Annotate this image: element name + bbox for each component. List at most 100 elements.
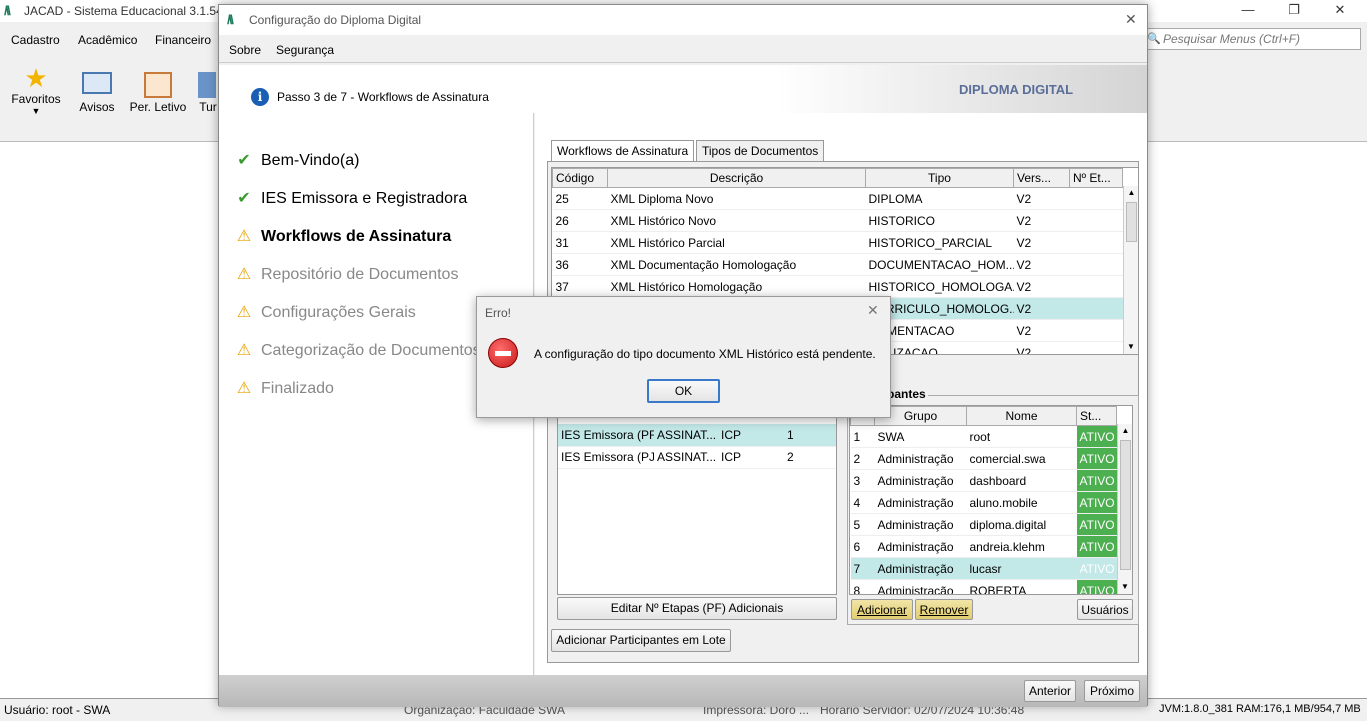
scroll-up-icon[interactable]: ▲	[1118, 424, 1132, 438]
table-cell	[1069, 231, 1123, 254]
table-cell: DOCUMENTACAO_HOM...	[865, 253, 1014, 276]
table-row[interactable]: 2 Administração comercial.swa ATIVO	[850, 447, 1117, 470]
step-repositorio[interactable]: ⚠ Repositório de Documentos	[235, 264, 459, 284]
table-row[interactable]: 5 Administração diploma.digital ATIVO	[850, 513, 1117, 536]
table-cell: Administração	[874, 579, 967, 594]
table-row[interactable]: IES Emissora (PJ) ASSINAT... ICP 2	[558, 446, 836, 469]
step-categorizacao[interactable]: ⚠ Categorização de Documentos	[235, 340, 481, 360]
table-cell: 36	[552, 253, 608, 276]
participants-scrollbar[interactable]: ▲ ▼	[1117, 424, 1132, 594]
maximize-button[interactable]: ❐	[1274, 2, 1314, 20]
table-cell: ATIVO	[1076, 425, 1117, 448]
table-cell: HISTORICO_PARCIAL	[865, 231, 1014, 254]
step-configuracoes[interactable]: ⚠ Configurações Gerais	[235, 302, 416, 322]
previous-button[interactable]: Anterior	[1024, 680, 1076, 702]
table-cell: ROBERTA	[966, 579, 1077, 594]
next-button[interactable]: Próximo	[1084, 680, 1140, 702]
table-cell: ATIVO	[1076, 447, 1117, 470]
ok-button[interactable]: OK	[647, 379, 720, 403]
table-cell	[1069, 253, 1123, 276]
col-etapas[interactable]: Nº Et...	[1069, 168, 1123, 188]
col-versao[interactable]: Vers...	[1013, 168, 1070, 188]
error-close-button[interactable]: ✕	[867, 302, 879, 319]
dialog-menu-bar: Sobre Segurança	[219, 35, 1147, 63]
table-row[interactable]: 25 XML Diploma Novo DIPLOMA V2	[552, 187, 1123, 210]
table-cell	[1069, 341, 1123, 354]
table-row[interactable]: 1 SWA root ATIVO	[850, 425, 1117, 448]
avisos-button[interactable]: Avisos	[76, 72, 118, 114]
edit-steps-button[interactable]: Editar Nº Etapas (PF) Adicionais	[557, 597, 837, 620]
step-workflows[interactable]: ⚠ Workflows de Assinatura	[235, 226, 451, 246]
per-letivo-button[interactable]: Per. Letivo	[128, 72, 188, 114]
workflow-steps-table: IES Emissora (PF) ASSINAT... ICP 1 IES Emiss…	[557, 417, 837, 595]
col-status[interactable]: St...	[1076, 406, 1117, 426]
tab-tipos-documentos[interactable]: Tipos de Documentos	[696, 140, 825, 161]
search-menus-input[interactable]: Pesquisar Menus (Ctrl+F)	[1144, 28, 1361, 50]
table-cell: V2	[1013, 297, 1070, 320]
table-row[interactable]: 31 XML Histórico Parcial HISTORICO_PARCIAL…	[552, 231, 1123, 254]
dialog-close-button[interactable]: ✕	[1125, 11, 1137, 28]
warning-icon: ⚠	[236, 304, 252, 321]
minimize-button[interactable]: —	[1228, 2, 1268, 20]
remove-label: Remover	[919, 603, 969, 617]
favoritos-label: Favoritos	[11, 92, 61, 106]
batch-participants-button[interactable]: Adicionar Participantes em Lote	[551, 629, 731, 652]
remove-participant-button[interactable]: Remover	[915, 599, 973, 620]
table-row[interactable]: 37 XML Histórico Homologação HISTORICO_HOM…	[552, 275, 1123, 298]
table-cell: XML Documentação Homologação	[607, 253, 866, 276]
add-participant-button[interactable]: Adicionar	[851, 599, 913, 620]
table-row[interactable]: 8 Administração ROBERTA ATIVO	[850, 579, 1117, 594]
table-cell: lucasr	[966, 557, 1077, 580]
turmas-label: Tur	[199, 100, 217, 114]
table-cell: 25	[552, 187, 608, 210]
step-bem-vindo[interactable]: ✔ Bem-Vindo(a)	[235, 150, 359, 170]
table-row[interactable]: 3 Administração dashboard ATIVO	[850, 469, 1117, 492]
table-row[interactable]: 7 Administração lucasr ATIVO	[850, 557, 1117, 580]
table-cell: Administração	[874, 469, 967, 492]
table-cell: IES Emissora (PF)	[558, 424, 654, 447]
scroll-down-icon[interactable]: ▼	[1124, 340, 1138, 354]
users-button[interactable]: Usuários	[1077, 599, 1133, 620]
scroll-thumb[interactable]	[1126, 202, 1137, 242]
step-finalizado[interactable]: ⚠ Finalizado	[235, 378, 334, 398]
step-info: Passo 3 de 7 - Workflows de Assinatura	[277, 90, 489, 104]
table-cell: 37	[552, 275, 608, 298]
turmas-button[interactable]: Tur	[198, 72, 218, 114]
workflow-scrollbar[interactable]: ▲ ▼	[1123, 186, 1138, 354]
favoritos-button[interactable]: ★ Favoritos ▼	[8, 64, 64, 116]
table-row[interactable]: 4 Administração aluno.mobile ATIVO	[850, 491, 1117, 514]
table-row[interactable]: 36 XML Documentação Homologação DOCUMENTAC…	[552, 253, 1123, 276]
error-title: Erro!	[485, 306, 512, 320]
check-icon: ✔	[237, 190, 251, 207]
col-descricao[interactable]: Descrição	[607, 168, 866, 188]
table-cell: Administração	[874, 557, 967, 580]
table-cell: dashboard	[966, 469, 1077, 492]
step-label: Finalizado	[261, 380, 334, 397]
close-button[interactable]: ✕	[1320, 2, 1360, 20]
menu-cadastro[interactable]: Cadastro	[11, 33, 60, 47]
step-label: Bem-Vindo(a)	[261, 152, 360, 169]
table-row[interactable]: IES Emissora (PF) ASSINAT... ICP 1	[558, 424, 836, 447]
col-codigo[interactable]: Código	[552, 168, 608, 188]
menu-seguranca[interactable]: Segurança	[276, 43, 334, 57]
menu-sobre[interactable]: Sobre	[229, 43, 261, 57]
table-row[interactable]: 6 Administração andreia.klehm ATIVO	[850, 535, 1117, 558]
tab-workflows[interactable]: Workflows de Assinatura	[551, 140, 695, 161]
menu-academico[interactable]: Acadêmico	[78, 33, 137, 47]
col-tipo[interactable]: Tipo	[865, 168, 1014, 188]
table-cell: V2	[1013, 341, 1070, 354]
table-cell	[1069, 319, 1123, 342]
table-cell: diploma.digital	[966, 513, 1077, 536]
step-ies-emissora[interactable]: ✔ IES Emissora e Registradora	[235, 188, 467, 208]
table-cell: 2	[850, 447, 875, 470]
table-cell	[1069, 187, 1123, 210]
col-nome[interactable]: Nome	[966, 406, 1077, 426]
scroll-thumb[interactable]	[1120, 440, 1131, 570]
scroll-up-icon[interactable]: ▲	[1124, 186, 1138, 200]
menu-financeiro[interactable]: Financeiro	[155, 33, 211, 47]
scroll-down-icon[interactable]: ▼	[1118, 580, 1132, 594]
table-row[interactable]: 26 XML Histórico Novo HISTORICO V2	[552, 209, 1123, 232]
table-cell: 1	[850, 425, 875, 448]
status-jvm: JVM:1.8.0_381 RAM:176,1 MB/954,7 MB	[1159, 703, 1361, 715]
wizard-footer: Anterior Próximo	[219, 675, 1147, 707]
